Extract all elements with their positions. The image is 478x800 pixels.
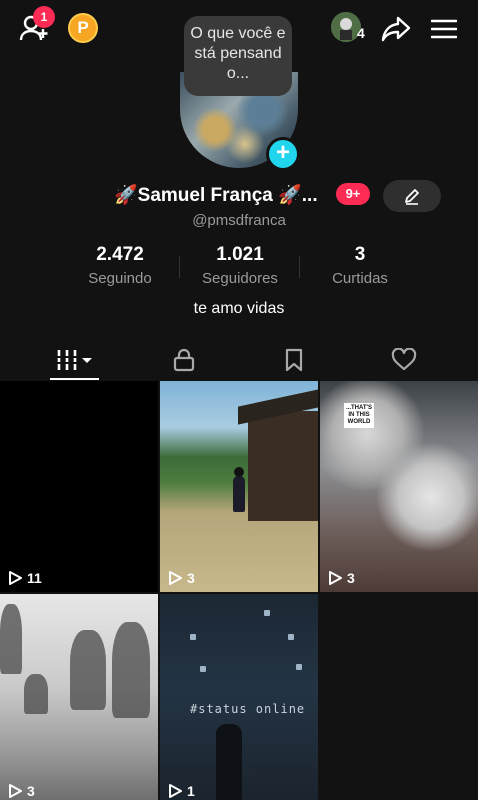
play-icon	[169, 784, 182, 798]
thumbnail-house	[238, 387, 318, 521]
notification-badge: 1	[33, 6, 55, 28]
thumbnail-light	[264, 610, 270, 616]
active-tab-indicator	[50, 378, 99, 380]
play-count: 11	[8, 570, 42, 586]
stat-number: 3	[354, 244, 366, 265]
play-icon	[9, 571, 22, 585]
video-thumbnail[interactable]: 3	[160, 381, 318, 592]
lock-icon	[173, 348, 194, 372]
thumbnail-caption: ...THAT'S IN THIS WORLD	[344, 403, 374, 428]
coin-icon[interactable]: P	[68, 13, 98, 43]
stat-label: Seguindo	[88, 270, 152, 287]
profile-tabs	[0, 340, 478, 380]
profile-handle: @pmsdfranca	[192, 212, 286, 229]
thumbnail-caption: #status online	[190, 702, 306, 716]
play-count: 3	[328, 570, 355, 586]
video-thumbnail[interactable]: ...THAT'S IN THIS WORLD 3	[320, 381, 478, 592]
profile-name: 🚀Samuel França 🚀...	[114, 185, 318, 206]
edit-profile-button[interactable]	[383, 180, 441, 212]
tab-videos[interactable]	[15, 340, 134, 380]
hamburger-icon	[431, 19, 457, 39]
heart-icon	[391, 348, 416, 371]
stat-label: Curtidas	[332, 270, 388, 287]
thumbnail-silhouette	[0, 604, 22, 674]
play-count-value: 3	[187, 570, 195, 586]
stat-following[interactable]: 2.472 Seguindo	[60, 244, 180, 287]
play-count: 3	[8, 783, 35, 799]
stat-likes[interactable]: 3 Curtidas	[300, 244, 420, 287]
play-icon	[169, 571, 182, 585]
thumbnail-silhouette	[24, 674, 48, 714]
play-count-value: 3	[347, 570, 355, 586]
stat-label: Seguidores	[202, 270, 278, 287]
thumbnail-figure	[233, 467, 245, 512]
video-thumbnail[interactable]: #status online 1	[160, 594, 318, 800]
tab-private[interactable]	[124, 340, 243, 380]
play-count-value: 11	[27, 570, 42, 586]
play-icon	[329, 571, 342, 585]
video-thumbnail[interactable]: 11	[0, 381, 158, 592]
notification-count-badge[interactable]: 9+	[336, 183, 370, 205]
add-story-button[interactable]: +	[266, 137, 300, 171]
tab-liked[interactable]	[344, 340, 463, 380]
thumbnail-light	[288, 634, 294, 640]
profile-bio: te amo vidas	[193, 300, 285, 317]
thumbnail-silhouette	[70, 630, 106, 710]
grid-icon	[55, 350, 92, 370]
share-icon	[381, 16, 411, 42]
video-thumbnail[interactable]: 3	[0, 594, 158, 800]
play-count: 3	[168, 570, 195, 586]
thumbnail-light	[296, 664, 302, 670]
bookmark-icon	[285, 348, 302, 372]
profile-name-row: 🚀Samuel França 🚀... 9+	[0, 180, 478, 212]
play-count-value: 3	[27, 783, 35, 799]
play-icon	[9, 784, 22, 798]
thumbnail-light	[200, 666, 206, 672]
stat-followers[interactable]: 1.021 Seguidores	[180, 244, 300, 287]
tab-saved[interactable]	[234, 340, 353, 380]
profile-stats: 2.472 Seguindo 1.021 Seguidores 3 Curtid…	[60, 244, 420, 292]
thumbnail-figure	[216, 724, 242, 800]
status-bubble[interactable]: O que você está pensando...	[184, 16, 292, 96]
friends-count: 4	[357, 25, 365, 41]
play-count: 1	[168, 783, 195, 799]
video-grid: 11 3 ...THAT'S IN THIS WORLD 3 3 #status…	[0, 381, 478, 800]
stat-number: 2.472	[96, 244, 144, 265]
thumbnail-silhouette	[112, 622, 150, 718]
pencil-icon	[405, 189, 419, 205]
play-count-value: 1	[187, 783, 195, 799]
menu-button[interactable]	[428, 14, 460, 44]
stat-number: 1.021	[216, 244, 264, 265]
thumbnail-light	[190, 634, 196, 640]
share-button[interactable]	[380, 14, 412, 44]
